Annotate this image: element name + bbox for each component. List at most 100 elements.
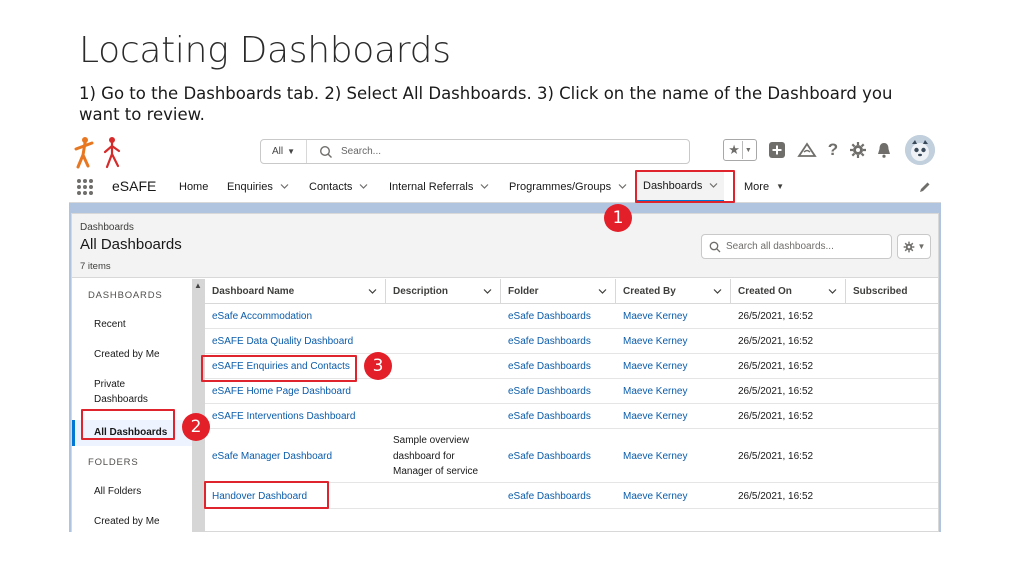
favorites-button[interactable]: ★ ▼ [723, 139, 757, 161]
callout-badge-2: 2 [182, 413, 210, 441]
app-navigation-bar: eSAFE Home Enquiries Contacts Internal R… [69, 171, 941, 203]
sidebar-item-created-by-me[interactable]: Created by Me [94, 347, 160, 362]
dashboard-name-link[interactable]: eSAFE Data Quality Dashboard [212, 336, 353, 347]
folder-link[interactable]: eSafe Dashboards [508, 311, 591, 322]
chevron-down-icon[interactable] [713, 287, 722, 296]
item-count: 7 items [80, 261, 111, 272]
folder-link[interactable]: eSafe Dashboards [508, 491, 591, 502]
dashboard-name-link[interactable]: eSAFE Home Page Dashboard [212, 386, 351, 397]
dashboard-name-link[interactable]: eSafe Accommodation [212, 311, 312, 322]
list-settings-button[interactable]: ▼ [897, 234, 931, 259]
chevron-down-icon[interactable] [368, 287, 377, 296]
sidebar-item-all-folders[interactable]: All Folders [94, 484, 141, 499]
nav-item-enquiries[interactable]: Enquiries [227, 171, 289, 202]
column-header-subscribed[interactable]: Subscribed [846, 279, 938, 304]
column-header-label: Description [393, 285, 449, 297]
nav-item-label: Internal Referrals [389, 180, 474, 193]
gear-icon [903, 241, 914, 252]
sidebar-item-folders-created-by-me[interactable]: Created by Me [94, 514, 160, 529]
global-search: All ▼ [260, 139, 690, 164]
callout-badge-1: 1 [604, 204, 632, 232]
dashboard-name-link[interactable]: eSAFE Interventions Dashboard [212, 411, 355, 422]
folder-link[interactable]: eSafe Dashboards [508, 451, 591, 462]
setup-gear-icon[interactable] [849, 139, 867, 161]
folder-link[interactable]: eSafe Dashboards [508, 336, 591, 347]
chevron-down-icon[interactable] [598, 287, 607, 296]
callout-badge-3: 3 [364, 352, 392, 380]
nav-item-contacts[interactable]: Contacts [309, 171, 368, 202]
created-on-value: 26/5/2021, 16:52 [738, 336, 814, 347]
enquiries-contacts-highlight [201, 355, 357, 382]
dashboard-search [701, 234, 892, 259]
favorites-star-icon: ★ [728, 142, 740, 157]
table-row: eSAFE Home Page Dashboard eSafe Dashboar… [205, 379, 938, 404]
created-by-link[interactable]: Maeve Kerney [623, 411, 687, 422]
created-on-value: 26/5/2021, 16:52 [738, 386, 814, 397]
folder-link[interactable]: eSafe Dashboards [508, 361, 591, 372]
chevron-down-icon[interactable] [483, 287, 492, 296]
sidebar-item-recent[interactable]: Recent [94, 317, 126, 332]
created-by-link[interactable]: Maeve Kerney [623, 361, 687, 372]
table-row: eSafe Manager Dashboard Sample overview … [205, 429, 938, 483]
page-header: Dashboards All Dashboards 7 items ▼ [72, 214, 938, 278]
help-icon[interactable]: ? [825, 139, 841, 161]
nav-item-label: Home [179, 180, 209, 193]
nav-item-label: Programmes/Groups [509, 180, 612, 193]
column-header-label: Created By [623, 285, 676, 297]
app-launcher-icon[interactable] [77, 179, 93, 195]
breadcrumb[interactable]: Dashboards [80, 222, 134, 233]
nav-item-internal-referrals[interactable]: Internal Referrals [389, 171, 489, 202]
salesforce-screenshot: All ▼ ★ ▼ ? eSAFE Home Enquiries [69, 129, 941, 532]
slide-instructions: 1) Go to the Dashboards tab. 2) Select A… [79, 84, 893, 124]
scroll-up-icon[interactable]: ▲ [194, 281, 202, 290]
created-on-value: 26/5/2021, 16:52 [738, 311, 814, 322]
chevron-down-icon[interactable] [480, 182, 489, 191]
created-on-value: 26/5/2021, 16:52 [738, 361, 814, 372]
column-header-created-by[interactable]: Created By [616, 279, 731, 304]
caret-down-icon: ▼ [776, 182, 784, 191]
nav-item-home[interactable]: Home [179, 171, 208, 202]
chevron-down-icon[interactable] [280, 182, 289, 191]
nav-item-programmes-groups[interactable]: Programmes/Groups [509, 171, 627, 202]
created-by-link[interactable]: Maeve Kerney [623, 311, 687, 322]
folder-link[interactable]: eSafe Dashboards [508, 386, 591, 397]
sidebar-heading-folders: FOLDERS [88, 457, 139, 468]
trailhead-icon[interactable] [797, 139, 817, 161]
search-scope-dropdown[interactable]: All ▼ [261, 140, 307, 163]
esafe-logo-icon [74, 137, 121, 169]
nav-item-label: More [744, 180, 770, 193]
page-background: Dashboards All Dashboards 7 items ▼ DASH… [69, 203, 941, 532]
global-header: All ▼ ★ ▼ ? [69, 129, 941, 171]
search-input[interactable] [341, 141, 641, 162]
created-on-value: 26/5/2021, 16:52 [738, 491, 814, 502]
search-scope-label: All [271, 146, 284, 157]
dashboard-search-input[interactable] [726, 236, 886, 257]
column-header-folder[interactable]: Folder [501, 279, 616, 304]
notifications-bell-icon[interactable] [875, 139, 893, 161]
column-header-created-on[interactable]: Created On [731, 279, 846, 304]
chevron-down-icon[interactable] [359, 182, 368, 191]
chevron-down-icon[interactable] [618, 182, 627, 191]
column-header-dashboard-name[interactable]: Dashboard Name [205, 279, 386, 304]
app-name: eSAFE [112, 178, 157, 194]
sidebar-item-private-dashboards[interactable]: Private Dashboards [94, 377, 174, 407]
search-icon [709, 241, 721, 253]
created-by-link[interactable]: Maeve Kerney [623, 386, 687, 397]
dashboards-sidebar: DASHBOARDS Recent Created by Me Private … [72, 279, 192, 532]
created-by-link[interactable]: Maeve Kerney [623, 336, 687, 347]
chevron-down-icon[interactable] [828, 287, 837, 296]
slide-title: Locating Dashboards [79, 30, 451, 71]
add-icon[interactable] [768, 139, 786, 161]
created-by-link[interactable]: Maeve Kerney [623, 491, 687, 502]
sidebar-heading-dashboards: DASHBOARDS [88, 290, 163, 301]
column-header-label: Folder [508, 285, 539, 297]
column-header-description[interactable]: Description [386, 279, 501, 304]
user-avatar[interactable] [905, 135, 935, 165]
column-header-label: Created On [738, 285, 792, 297]
edit-pencil-icon[interactable] [919, 181, 931, 193]
description-value: Sample overview dashboard for Manager of… [393, 435, 479, 477]
created-by-link[interactable]: Maeve Kerney [623, 451, 687, 462]
dashboard-name-link[interactable]: eSafe Manager Dashboard [212, 451, 332, 462]
folder-link[interactable]: eSafe Dashboards [508, 411, 591, 422]
nav-item-more[interactable]: More ▼ [744, 171, 784, 202]
